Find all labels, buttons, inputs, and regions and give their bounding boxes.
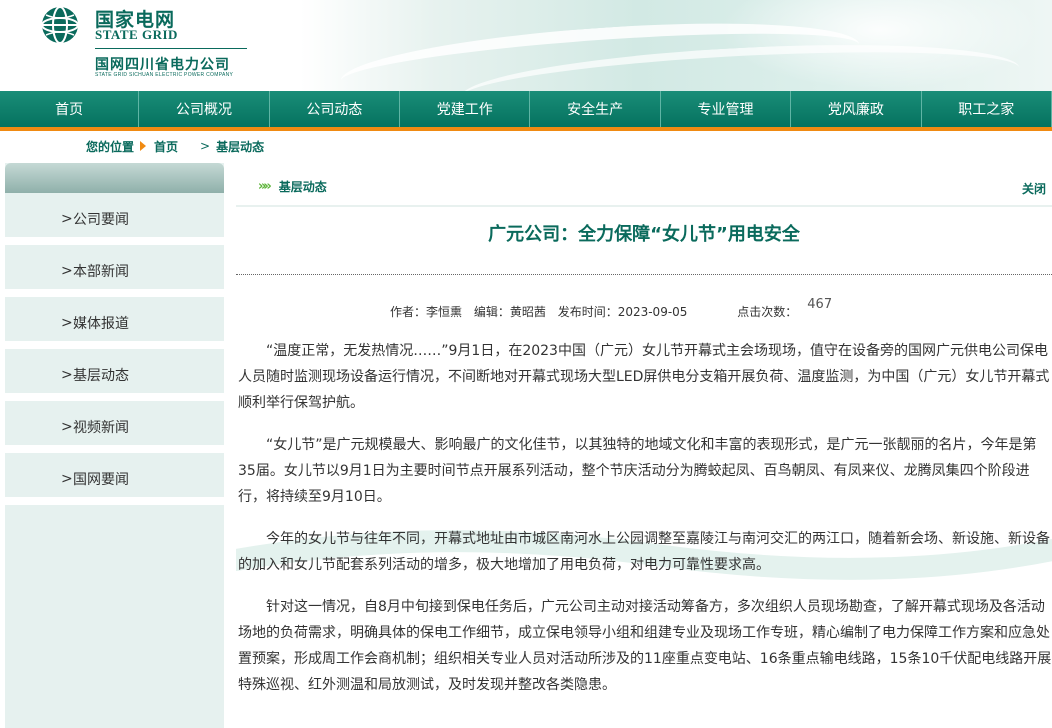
double-chevron-icon: »» xyxy=(258,179,272,194)
sidebar-item-label: 视频新闻 xyxy=(73,420,129,436)
main-nav: 首页 公司概况 公司动态 党建工作 安全生产 专业管理 党风廉政 职工之家 xyxy=(0,91,1052,127)
article-publish-date: 发布时间：2023-09-05 xyxy=(557,305,688,319)
title-divider xyxy=(236,274,1052,275)
article-body: “温度正常，无发热情况……”9月1日，在2023中国（广元）女儿节开幕式主会场现… xyxy=(238,338,1052,714)
view-count-label: 点击次数： xyxy=(737,305,798,319)
article-title: 广元公司：全力保障“女儿节”用电安全 xyxy=(488,224,800,245)
article-meta: 作者：李恒熏 编辑：黄昭茜 发布时间：2023-09-05 点击次数： 467 xyxy=(390,297,840,320)
sidebar-item-label: 公司要闻 xyxy=(73,212,129,228)
view-count: 467 xyxy=(807,297,833,312)
chevron-right-icon: > xyxy=(61,315,73,331)
chevron-right-icon: > xyxy=(61,367,73,383)
breadcrumb-home-link[interactable]: 首页 xyxy=(154,138,178,155)
chevron-right-icon: > xyxy=(61,263,73,279)
breadcrumb-chevron-icon: > xyxy=(200,139,211,153)
sidebar-header xyxy=(5,163,224,193)
sidebar-item-state-grid-news[interactable]: > 国网要闻 xyxy=(5,453,224,505)
company-name-en: STATE GRID SICHUAN ELECTRIC POWER COMPAN… xyxy=(95,72,234,78)
sidebar-item-label: 基层动态 xyxy=(73,368,129,384)
breadcrumb-label: 您的位置 xyxy=(86,139,135,154)
nav-item-safety[interactable]: 安全生产 xyxy=(530,91,661,127)
sidebar-item-video-news[interactable]: > 视频新闻 xyxy=(5,401,224,453)
nav-item-staff-home[interactable]: 职工之家 xyxy=(922,91,1052,127)
state-grid-logo-icon xyxy=(41,6,79,44)
article-paragraph: “女儿节”是广元规模最大、影响最广的文化佳节，以其独特的地域文化和丰富的表现形式… xyxy=(238,437,1037,505)
nav-item-company-news[interactable]: 公司动态 xyxy=(270,91,401,127)
logo-divider xyxy=(95,48,247,49)
nav-item-management[interactable]: 专业管理 xyxy=(661,91,792,127)
sidebar: > 公司要闻 > 本部新闻 > 媒体报道 > 基层动态 > 视频新闻 > 国网要… xyxy=(5,163,224,728)
chevron-right-icon: > xyxy=(61,419,73,435)
nav-item-home[interactable]: 首页 xyxy=(0,91,140,127)
breadcrumb: 您的位置 首页 > 基层动态 xyxy=(86,138,264,154)
article-paragraph: 今年的女儿节与往年不同，开幕式地址由市城区南河水上公园调整至嘉陵江与南河交汇的两… xyxy=(238,531,1050,573)
sidebar-menu: > 公司要闻 > 本部新闻 > 媒体报道 > 基层动态 > 视频新闻 > 国网要… xyxy=(5,193,224,505)
article-editor: 编辑：黄昭茜 xyxy=(473,305,546,319)
header-banner xyxy=(300,0,1052,91)
site-header: 国家电网 STATE GRID 国网四川省电力公司 STATE GRID SIC… xyxy=(0,0,1052,91)
brand-name-en: STATE GRID xyxy=(95,27,178,42)
sidebar-item-grassroots-news[interactable]: > 基层动态 xyxy=(5,349,224,401)
article-paragraph: “温度正常，无发热情况……”9月1日，在2023中国（广元）女儿节开幕式主会场现… xyxy=(238,343,1050,411)
chevron-right-icon: > xyxy=(61,211,73,227)
breadcrumb-current[interactable]: 基层动态 xyxy=(216,138,264,155)
article-author: 作者：李恒熏 xyxy=(390,305,463,319)
sidebar-item-company-headlines[interactable]: > 公司要闻 xyxy=(5,193,224,245)
sidebar-item-media-reports[interactable]: > 媒体报道 xyxy=(5,297,224,349)
article-paragraph: 针对这一情况，自8月中旬接到保电任务后，广元公司主动对接活动筹备方，多次组织人员… xyxy=(238,599,1052,693)
sidebar-item-hq-news[interactable]: > 本部新闻 xyxy=(5,245,224,297)
nav-item-company-overview[interactable]: 公司概况 xyxy=(139,91,270,127)
nav-item-integrity[interactable]: 党风廉政 xyxy=(791,91,922,127)
nav-accent-stripe xyxy=(0,127,1052,131)
nav-item-party-building[interactable]: 党建工作 xyxy=(400,91,531,127)
sidebar-item-label: 本部新闻 xyxy=(73,264,129,280)
chevron-right-icon: > xyxy=(61,471,73,487)
breadcrumb-arrow-icon xyxy=(140,141,147,151)
section-title: 基层动态 xyxy=(278,180,327,194)
sidebar-item-label: 国网要闻 xyxy=(73,472,129,488)
sidebar-item-label: 媒体报道 xyxy=(73,316,129,332)
company-name-cn: 国网四川省电力公司 xyxy=(95,57,230,73)
section-divider xyxy=(236,205,1052,207)
close-link[interactable]: 关闭 xyxy=(1022,180,1046,197)
section-heading: »» 基层动态 xyxy=(258,178,327,195)
